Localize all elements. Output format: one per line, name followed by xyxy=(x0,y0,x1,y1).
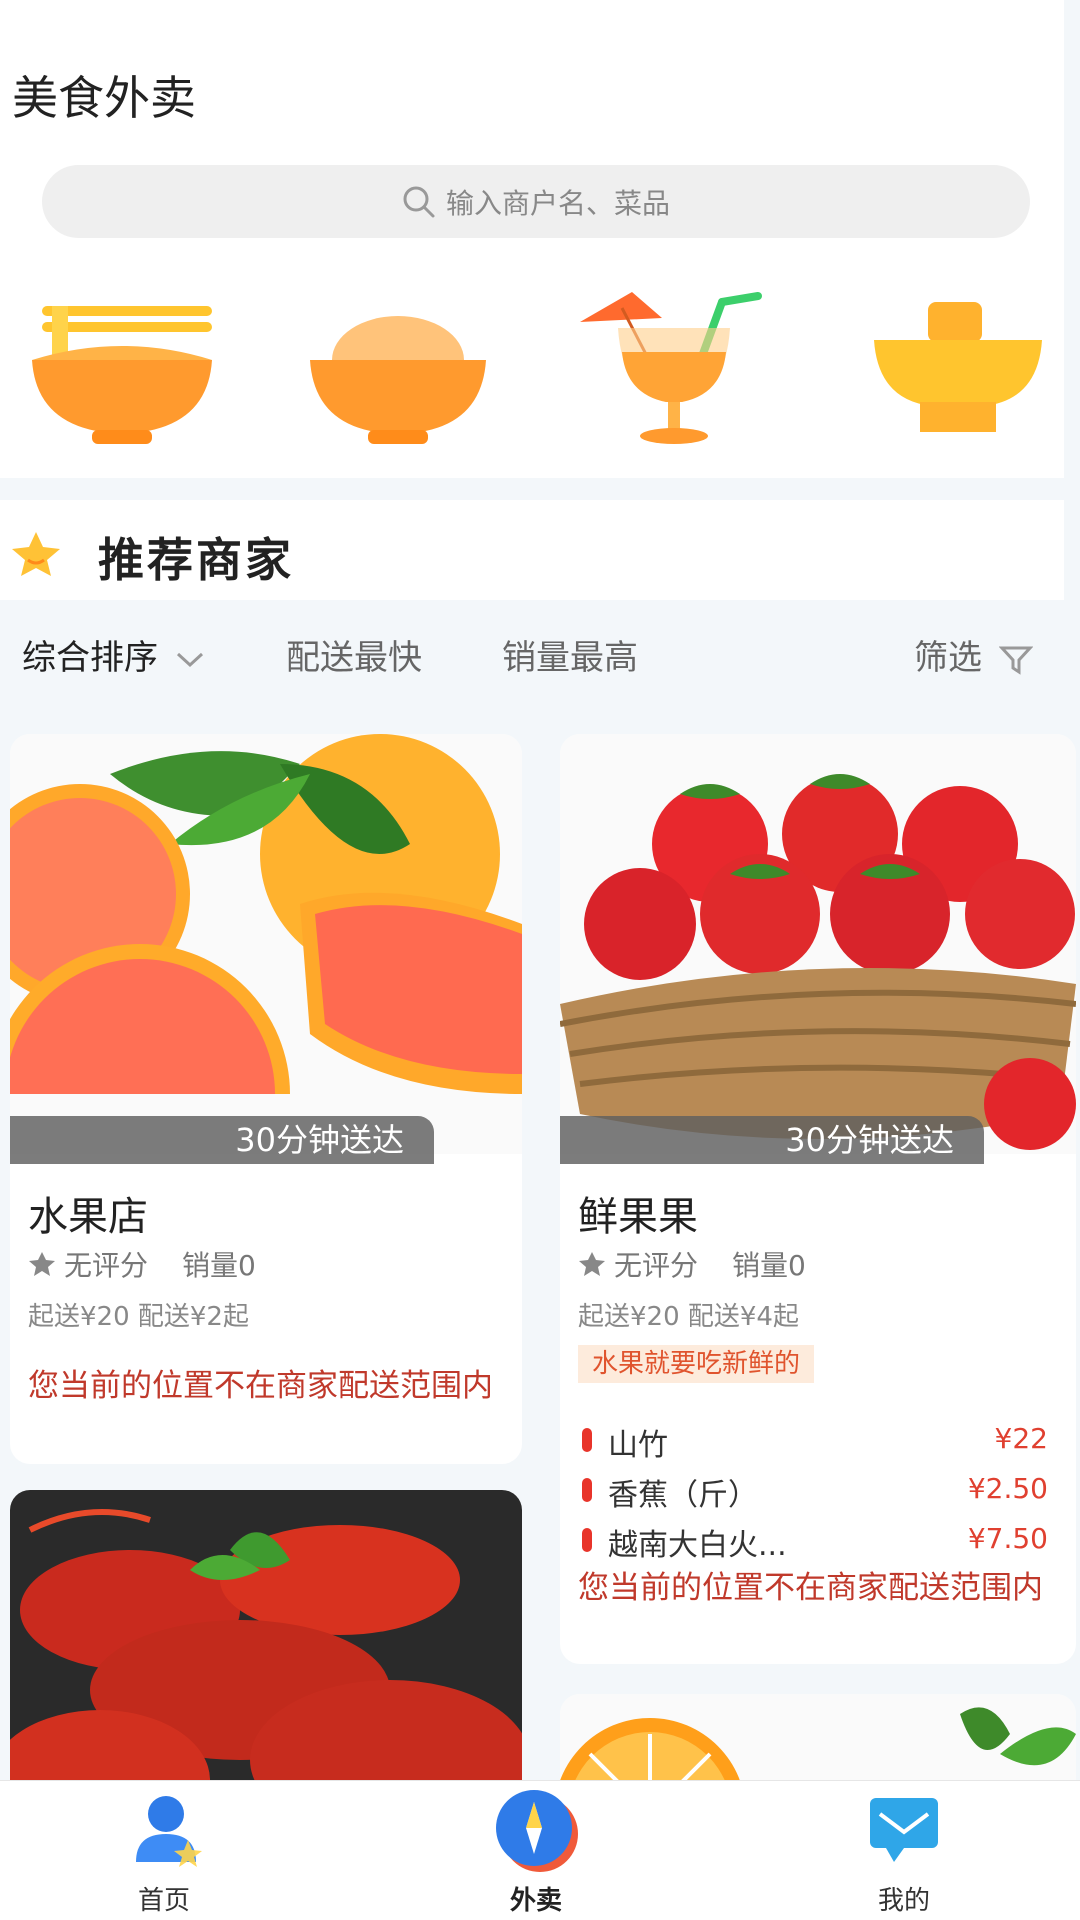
item-price: ¥7.50 xyxy=(967,1522,1048,1555)
dessert-cup-icon[interactable] xyxy=(864,282,1064,452)
page-title: 美食外卖 xyxy=(12,71,196,125)
rating-text: 无评分 xyxy=(64,1249,149,1282)
search-bar[interactable]: 输入商户名、菜品 xyxy=(42,165,1030,238)
category-row xyxy=(0,282,1064,462)
item-price: ¥22 xyxy=(994,1422,1048,1455)
rating-star-icon xyxy=(579,1252,605,1276)
fee-text: 起送¥20 配送¥2起 xyxy=(28,1302,249,1332)
search-icon xyxy=(403,186,435,217)
shop-card[interactable]: 30分钟送达 鲜果果 无评分 销量0 起送¥20 配送¥4起 水果就要吃新鲜的 … xyxy=(560,734,1076,1664)
star-icon xyxy=(12,532,60,576)
shop-rating-row: 无评分 销量0 xyxy=(578,1244,806,1284)
item-name: 香蕉（斤） xyxy=(608,1478,758,1513)
delivery-time-badge: 30分钟送达 xyxy=(10,1116,434,1164)
item-marker xyxy=(582,1528,592,1552)
shop-name: 鲜果果 xyxy=(578,1194,698,1240)
chevron-down-icon xyxy=(176,652,203,667)
juice-drink-icon[interactable] xyxy=(572,282,772,452)
shop-slogan: 水果就要吃新鲜的 xyxy=(578,1345,815,1383)
sort-comprehensive-label: 综合排序 xyxy=(22,638,158,678)
menu-item[interactable]: 山竹 ¥22 xyxy=(578,1420,1048,1464)
home-person-icon xyxy=(136,1796,202,1867)
sort-fastest[interactable]: 配送最快 xyxy=(286,630,422,679)
delivery-time-badge: 30分钟送达 xyxy=(560,1116,984,1164)
recommend-title: 推荐商家 xyxy=(98,533,294,587)
rating-star-icon xyxy=(29,1252,55,1276)
tab-mine[interactable]: 我的 xyxy=(804,1780,1004,1920)
shop-card[interactable]: 30分钟送达 水果店 无评分 销量0 起送¥20 配送¥2起 您当前的位置不在商… xyxy=(10,734,522,1464)
out-of-range-warning: 您当前的位置不在商家配送范围内 xyxy=(28,1368,493,1404)
item-name: 越南大白火... xyxy=(608,1528,787,1563)
shop-rating-row: 无评分 销量0 xyxy=(28,1244,256,1284)
item-marker xyxy=(582,1478,592,1502)
tab-home-label: 首页 xyxy=(137,1886,190,1916)
item-name: 山竹 xyxy=(608,1428,668,1463)
rice-bowl-icon[interactable] xyxy=(298,282,498,452)
item-marker xyxy=(582,1428,592,1452)
filter-button[interactable]: 筛选 xyxy=(914,630,1034,679)
shop-name: 水果店 xyxy=(28,1194,148,1240)
search-placeholder: 输入商户名、菜品 xyxy=(445,186,670,220)
sort-top-sales[interactable]: 销量最高 xyxy=(502,630,638,679)
shop-image-strawberry xyxy=(560,734,1076,1154)
page: 美食外卖 输入商户名、菜品 推荐商家 综合排序 配送最快 销量最高 筛选 30分… xyxy=(0,0,1080,1920)
menu-item[interactable]: 越南大白火... ¥7.50 xyxy=(578,1520,1048,1564)
noodle-bowl-icon[interactable] xyxy=(22,282,222,452)
sales-text: 销量0 xyxy=(732,1249,806,1282)
shop-image-grapefruit xyxy=(10,734,522,1154)
sales-text: 销量0 xyxy=(182,1249,256,1282)
compass-icon xyxy=(496,1790,578,1872)
tab-takeout[interactable]: 外卖 xyxy=(436,1780,636,1920)
item-price: ¥2.50 xyxy=(967,1472,1048,1505)
tab-takeout-label: 外卖 xyxy=(509,1886,562,1916)
tab-mine-label: 我的 xyxy=(877,1886,930,1916)
fee-text: 起送¥20 配送¥4起 xyxy=(578,1302,799,1332)
message-icon xyxy=(870,1798,938,1862)
rating-text: 无评分 xyxy=(614,1249,699,1282)
tab-home[interactable]: 首页 xyxy=(64,1780,264,1920)
filter-icon xyxy=(998,646,1034,675)
filter-label: 筛选 xyxy=(914,638,982,678)
menu-item[interactable]: 香蕉（斤） ¥2.50 xyxy=(578,1470,1048,1514)
sort-comprehensive[interactable]: 综合排序 xyxy=(22,630,205,679)
out-of-range-warning: 您当前的位置不在商家配送范围内 xyxy=(578,1570,1043,1606)
